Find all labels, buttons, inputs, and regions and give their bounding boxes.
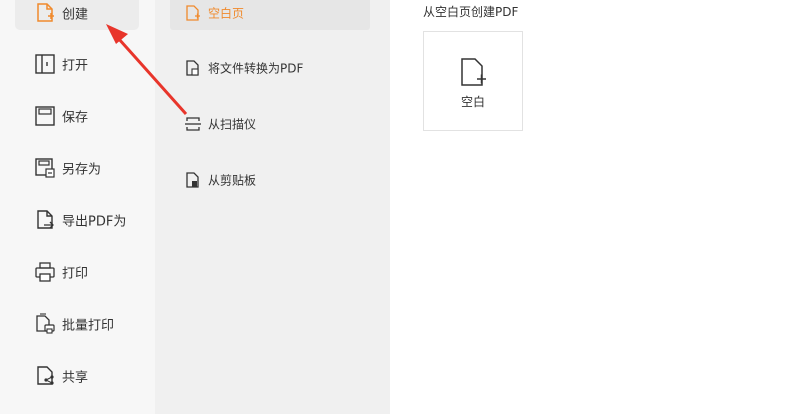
sub-item-convert-file[interactable]: 将文件转换为PDF — [170, 51, 370, 85]
menu-item-batch-print-label: 批量打印 — [62, 318, 115, 334]
blank-document-icon — [461, 58, 486, 86]
menu-item-open-label: 打开 — [62, 58, 89, 74]
menu-item-save-as[interactable]: 另存为 — [15, 151, 139, 185]
menu-item-create-label: 创建 — [62, 7, 89, 23]
blank-page-card-label: 空白 — [460, 95, 485, 109]
sub-menu-panel: 空白页 将文件转换为PDF 从扫描仪 从剪贴板 — [155, 0, 390, 414]
blank-page-icon — [186, 5, 200, 21]
sub-item-clipboard-label: 从剪贴板 — [208, 173, 257, 188]
sub-item-blank-page-label: 空白页 — [208, 6, 245, 21]
menu-item-save-label: 保存 — [62, 110, 89, 126]
sub-item-scanner[interactable]: 从扫描仪 — [170, 107, 370, 141]
open-book-icon — [35, 54, 55, 74]
export-icon — [37, 210, 54, 229]
menu-item-save-as-label: 另存为 — [62, 162, 102, 178]
save-as-icon — [35, 158, 55, 178]
menu-item-batch-print[interactable]: 批量打印 — [15, 307, 139, 341]
convert-file-icon — [186, 60, 199, 76]
menu-item-open[interactable]: 打开 — [15, 47, 139, 81]
left-menu: 创建 打开 保存 另存为 导出PDF为 打印 批量打印 共享 — [0, 0, 155, 414]
printer-icon — [35, 262, 55, 282]
menu-item-print-label: 打印 — [62, 266, 89, 282]
menu-item-export-label: 导出PDF为 — [62, 214, 127, 230]
blank-page-card[interactable]: 空白 — [423, 31, 523, 131]
sub-item-clipboard[interactable]: 从剪贴板 — [170, 163, 370, 197]
sub-item-blank-page[interactable]: 空白页 — [170, 0, 370, 30]
clipboard-icon — [186, 172, 199, 188]
menu-item-share-label: 共享 — [62, 370, 89, 386]
sub-item-convert-file-label: 将文件转换为PDF — [208, 61, 304, 76]
menu-item-share[interactable]: 共享 — [15, 359, 139, 393]
save-icon — [35, 106, 55, 126]
menu-item-export[interactable]: 导出PDF为 — [15, 203, 139, 237]
menu-item-save[interactable]: 保存 — [15, 99, 139, 133]
content-title: 从空白页创建PDF — [423, 5, 519, 19]
batch-print-icon — [36, 313, 55, 334]
menu-item-create[interactable]: 创建 — [15, 0, 139, 30]
menu-item-print[interactable]: 打印 — [15, 255, 139, 289]
share-icon — [37, 366, 54, 385]
scanner-icon — [185, 117, 201, 131]
sub-item-scanner-label: 从扫描仪 — [208, 117, 257, 132]
create-file-icon — [37, 3, 54, 22]
